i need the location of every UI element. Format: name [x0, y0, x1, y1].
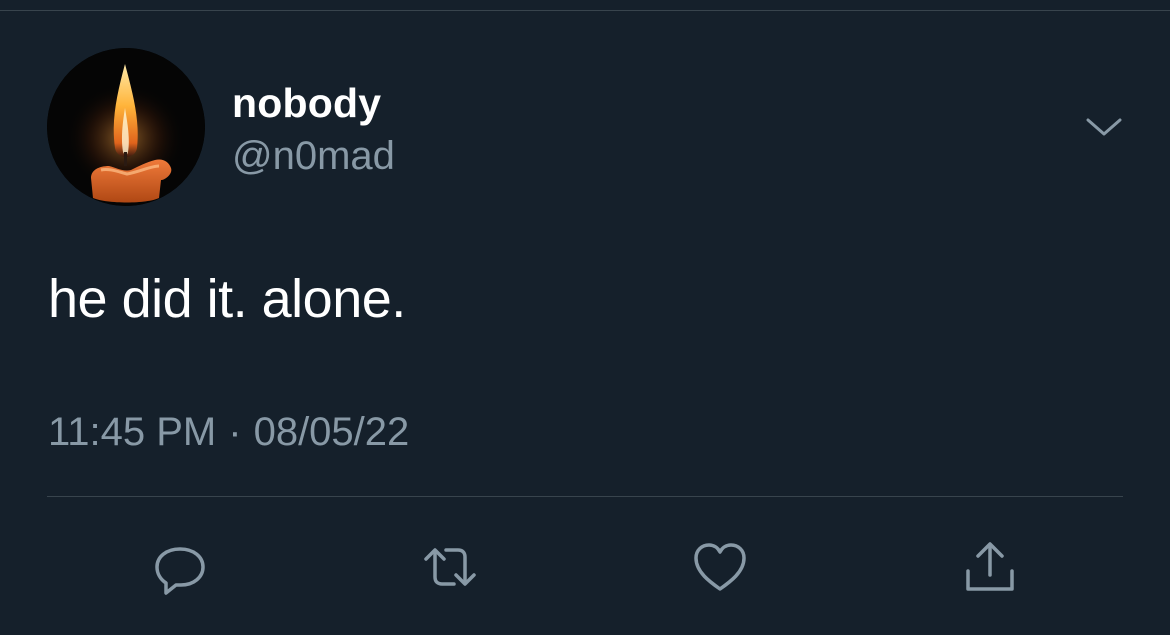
tweet-time: 11:45 PM — [48, 410, 217, 454]
share-icon — [966, 542, 1014, 591]
candle-avatar-icon — [47, 48, 205, 206]
reply-icon — [155, 547, 205, 595]
timestamp-separator: · — [228, 410, 242, 454]
chevron-down-icon[interactable] — [1084, 112, 1124, 142]
heart-icon — [694, 543, 746, 591]
like-button[interactable] — [688, 535, 752, 599]
tweet-text: he did it. alone. — [48, 269, 406, 329]
actions-divider — [47, 496, 1123, 497]
user-handle[interactable]: @n0mad — [232, 134, 395, 179]
tweet-date: 08/05/22 — [253, 410, 410, 454]
top-divider — [0, 10, 1170, 11]
avatar[interactable] — [47, 48, 205, 206]
retweet-button[interactable] — [418, 535, 482, 599]
timestamp[interactable]: 11:45 PM · 08/05/22 — [48, 410, 409, 455]
retweet-icon — [424, 548, 476, 586]
reply-button[interactable] — [148, 535, 212, 599]
share-button[interactable] — [958, 535, 1022, 599]
display-name[interactable]: nobody — [232, 80, 381, 127]
